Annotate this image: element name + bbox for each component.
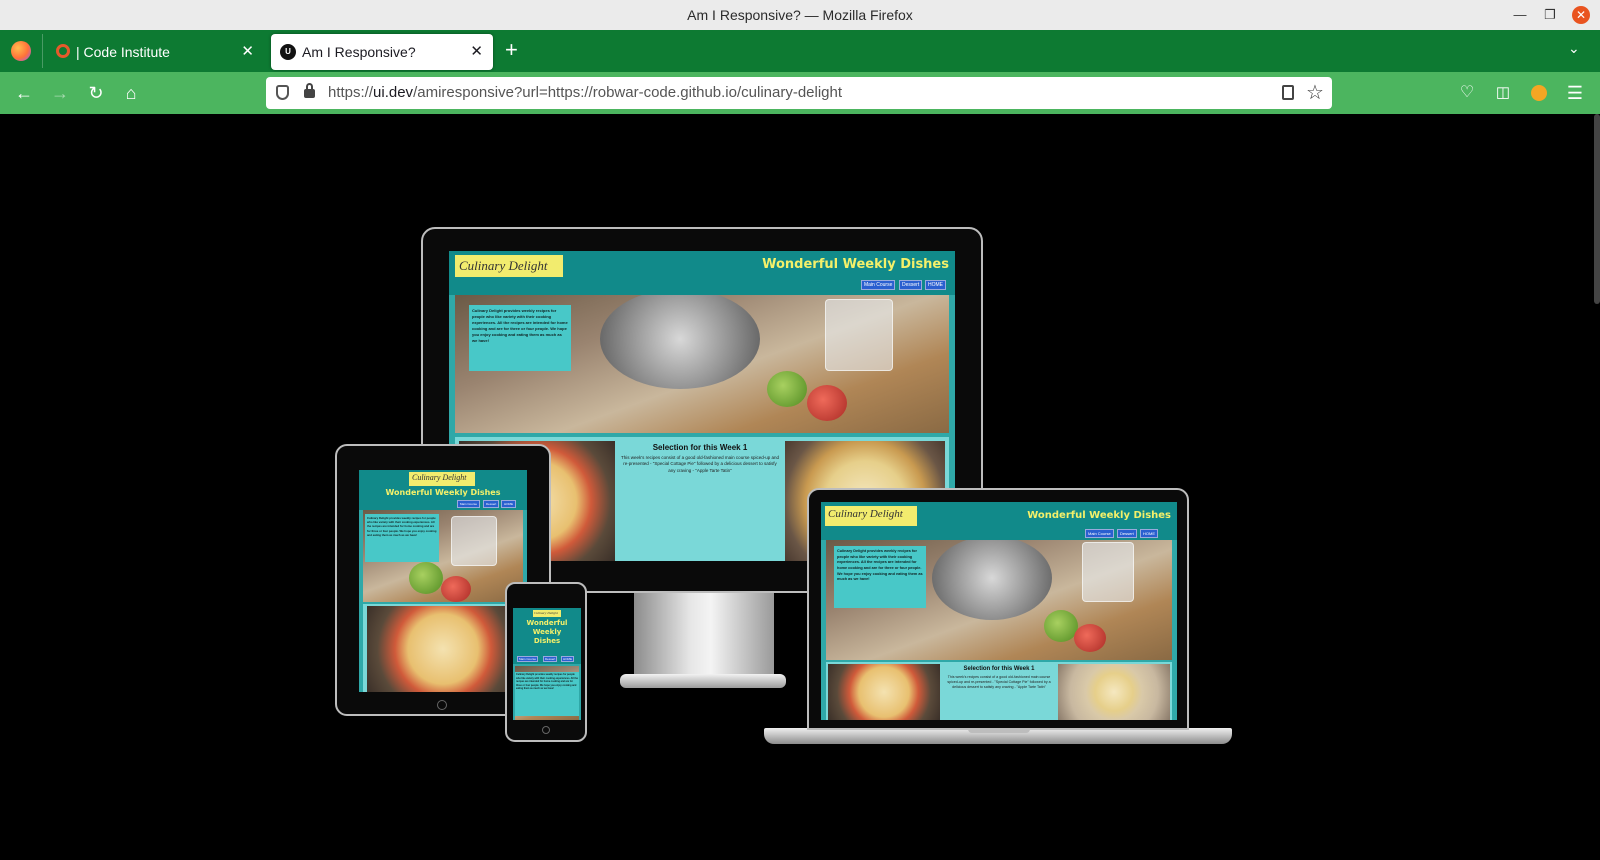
- close-tab-icon[interactable]: ✕: [241, 42, 254, 60]
- selection-text: This week's recipes consist of a good ol…: [621, 455, 779, 473]
- monitor-stand: [634, 590, 774, 680]
- close-tab-icon[interactable]: ✕: [470, 42, 483, 60]
- tablet-home-button: [437, 700, 447, 710]
- monitor-stand-foot: [620, 674, 786, 688]
- selection-text: This week's recipes consist of a good ol…: [947, 675, 1051, 690]
- nav-dessert[interactable]: Dessert: [899, 280, 923, 290]
- window-titlebar: Am I Responsive? — Mozilla Firefox — ❐ ✕: [0, 0, 1600, 30]
- reader-view-icon[interactable]: [1282, 85, 1294, 100]
- window-title: Am I Responsive? — Mozilla Firefox: [687, 7, 913, 23]
- restore-icon[interactable]: ❐: [1540, 5, 1560, 25]
- site-logo[interactable]: Culinary Delight: [533, 610, 561, 617]
- nav-dessert[interactable]: Dessert: [1117, 529, 1137, 538]
- phone-home-button: [542, 726, 550, 734]
- url-bar[interactable]: https://ui.dev/amiresponsive?url=https:/…: [266, 77, 1332, 109]
- site-title: Wonderful Weekly Dishes: [1027, 510, 1171, 521]
- tarte-tatin-image: [1058, 664, 1170, 720]
- site-title: Wonderful Weekly Dishes: [385, 488, 501, 497]
- url-domain: ui.dev: [373, 84, 414, 101]
- hero-image: Culinary Delight provides weekly recipes…: [515, 666, 579, 720]
- site-header: Culinary Delight Wonderful Weekly Dishes…: [449, 251, 955, 295]
- new-tab-icon[interactable]: +: [505, 37, 518, 63]
- back-icon[interactable]: ←: [11, 81, 37, 105]
- scrollbar-thumb[interactable]: [1594, 114, 1600, 304]
- lock-shackle: [306, 83, 313, 91]
- url-path: /amiresponsive?url=https://robwar-code.g…: [413, 84, 843, 101]
- phone-screen: Culinary Delight Wonderful Weekly Dishes…: [513, 608, 581, 720]
- reload-icon[interactable]: ↻: [83, 81, 109, 105]
- intro-text: Culinary Delight provides weekly recipes…: [515, 672, 579, 716]
- hero-image: Culinary Delight provides weekly recipes…: [826, 540, 1172, 660]
- bookmark-star-icon[interactable]: ☆: [1306, 80, 1324, 105]
- selection-title: Selection for this Week 1: [963, 666, 1035, 672]
- firefox-icon[interactable]: [11, 41, 31, 61]
- tab-code-institute[interactable]: | Code Institute ✕: [48, 34, 264, 70]
- tab-label: | Code Institute: [76, 44, 170, 60]
- close-window-icon[interactable]: ✕: [1572, 6, 1590, 24]
- site-header: Culinary Delight Wonderful Weekly Dishes…: [821, 502, 1177, 540]
- nav-main-course[interactable]: Main Course: [1085, 529, 1114, 538]
- pocket-icon[interactable]: ♡: [1454, 81, 1480, 105]
- nav-dessert[interactable]: Dessert: [483, 500, 500, 508]
- nav-home[interactable]: HOME: [501, 500, 516, 508]
- site-logo[interactable]: Culinary Delight: [825, 506, 917, 526]
- forward-icon[interactable]: →: [47, 81, 73, 105]
- selection-section: [363, 604, 523, 692]
- phone-device: Culinary Delight Wonderful Weekly Dishes…: [505, 582, 587, 742]
- selection-section: Selection for this Week 1 This week's re…: [826, 662, 1172, 720]
- laptop-device: Culinary Delight Wonderful Weekly Dishes…: [807, 488, 1189, 730]
- minimize-icon[interactable]: —: [1510, 5, 1530, 25]
- account-icon[interactable]: [1526, 81, 1552, 105]
- site-header: Culinary Delight Wonderful Weekly Dishes…: [359, 470, 527, 510]
- sidebar-icon[interactable]: ◫: [1490, 81, 1516, 105]
- cottage-pie-image: [367, 606, 519, 692]
- nav-home[interactable]: HOME: [925, 280, 946, 290]
- intro-text: Culinary Delight provides weekly recipes…: [469, 305, 571, 371]
- tab-am-i-responsive[interactable]: U Am I Responsive? ✕: [271, 34, 493, 70]
- laptop-screen: Culinary Delight Wonderful Weekly Dishes…: [821, 502, 1177, 720]
- tab-label: Am I Responsive?: [302, 44, 416, 60]
- list-all-tabs-icon[interactable]: ⌄: [1568, 40, 1580, 57]
- home-icon[interactable]: ⌂: [118, 81, 144, 105]
- menu-icon[interactable]: ☰: [1562, 81, 1588, 105]
- site-title: Wonderful Weekly Dishes: [762, 257, 949, 272]
- intro-text: Culinary Delight provides weekly recipes…: [834, 546, 926, 608]
- url-text[interactable]: https://ui.dev/amiresponsive?url=https:/…: [328, 84, 842, 101]
- selection-title: Selection for this Week 1: [652, 443, 748, 452]
- page-content: Culinary Delight Wonderful Weekly Dishes…: [0, 114, 1600, 860]
- hero-image: Culinary Delight provides weekly recipes…: [363, 510, 523, 602]
- navigation-toolbar: ← → ↻ ⌂ https://ui.dev/amiresponsive?url…: [0, 72, 1600, 114]
- site-title: Wonderful Weekly Dishes: [526, 619, 568, 646]
- nav-main-course[interactable]: Main Course: [517, 656, 539, 662]
- tracking-protection-icon[interactable]: [276, 85, 289, 100]
- cottage-pie-image: [828, 664, 940, 720]
- tablet-screen: Culinary Delight Wonderful Weekly Dishes…: [359, 470, 527, 692]
- code-institute-favicon-icon: [56, 44, 70, 58]
- site-logo[interactable]: Culinary Delight: [455, 255, 563, 277]
- hero-image: Culinary Delight provides weekly recipes…: [455, 295, 949, 433]
- nav-home[interactable]: HOME: [1140, 529, 1158, 538]
- nav-main-course[interactable]: Main Course: [861, 280, 896, 290]
- url-prefix: https://: [328, 84, 374, 101]
- tab-divider: [42, 34, 43, 68]
- nav-dessert[interactable]: Dessert: [543, 656, 558, 662]
- ui-dev-favicon-icon: U: [280, 44, 296, 60]
- tab-bar: | Code Institute ✕ U Am I Responsive? ✕ …: [0, 30, 1600, 72]
- nav-home[interactable]: HOME: [561, 656, 574, 662]
- site-logo[interactable]: Culinary Delight: [409, 472, 475, 486]
- intro-text: Culinary Delight provides weekly recipes…: [365, 514, 439, 562]
- nav-main-course[interactable]: Main Course: [457, 500, 481, 508]
